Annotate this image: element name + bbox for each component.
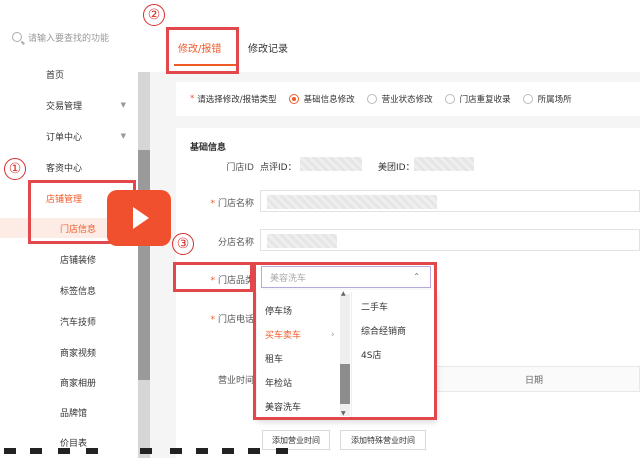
radio-unchecked-icon — [366, 94, 377, 104]
edit-type-radio-group: * 请选择修改/报错类型 基础信息修改 营业状态修改 门店重复收录 所属场所 — [176, 82, 640, 116]
sidebar-item-brand-hall[interactable]: 品牌馆 — [0, 402, 140, 422]
sidebar-item-label: 商家相册 — [60, 378, 97, 389]
sidebar-item-label: 交易管理 — [46, 101, 83, 112]
annotation-box-2 — [166, 27, 239, 74]
sidebar-item-label: 汽车技师 — [60, 317, 97, 328]
store-name-input[interactable] — [260, 190, 640, 212]
phone-label: * 门店电话 — [210, 315, 254, 325]
hours-table-header: 日期 — [428, 366, 640, 392]
store-name-label: * 门店名称 — [210, 199, 254, 209]
radio-unchecked-icon — [444, 94, 455, 104]
radio-label: 所属场所 — [537, 95, 572, 105]
sidebar-item-technicians[interactable]: 汽车技师 — [0, 311, 140, 331]
dianping-id-value-redacted — [300, 157, 362, 171]
annotation-number-3: ③ — [172, 233, 194, 255]
annotation-number-2: ② — [143, 4, 165, 26]
sidebar-item-label: 首页 — [46, 70, 65, 81]
radio-business-status[interactable]: 营业状态修改 — [366, 93, 433, 105]
sidebar-item-label: 商家视频 — [60, 348, 97, 359]
sidebar-item-orders[interactable]: 订单中心 ▼ — [0, 126, 140, 146]
sidebar-item-label: 品牌馆 — [60, 408, 88, 419]
sidebar-item-trade[interactable]: 交易管理 ▼ — [0, 95, 140, 115]
sidebar-item-label: 客资中心 — [46, 163, 83, 174]
annotation-box-3b — [253, 262, 437, 420]
chevron-down-icon: ▼ — [120, 132, 126, 140]
hours-label: 营业时间 — [217, 376, 254, 386]
edit-type-label: 请选择修改/报错类型 — [197, 95, 277, 105]
sidebar-item-store-decoration[interactable]: 店铺装修 — [0, 249, 140, 269]
sidebar-item-videos[interactable]: 商家视频 — [0, 342, 140, 362]
branch-name-value-redacted — [267, 234, 337, 248]
radio-checked-icon — [288, 94, 299, 104]
store-id-label: 门店ID — [226, 163, 254, 173]
bottom-decoration — [0, 446, 640, 458]
video-play-button[interactable] — [107, 190, 171, 246]
radio-duplicate-store[interactable]: 门店重复收录 — [444, 93, 511, 105]
sidebar-item-albums[interactable]: 商家相册 — [0, 372, 140, 392]
annotation-number-1: ① — [4, 158, 26, 180]
search-placeholder[interactable]: 请输入要查找的功能 — [28, 31, 109, 44]
tab-edit-record[interactable]: 修改记录 — [248, 40, 288, 55]
radio-basic-info[interactable]: 基础信息修改 — [288, 93, 355, 105]
store-name-value-redacted — [267, 195, 437, 209]
annotation-box-3a — [173, 262, 253, 292]
search-box[interactable]: 请输入要查找的功能 — [12, 26, 140, 48]
radio-label: 门店重复收录 — [459, 95, 511, 105]
search-icon — [12, 32, 22, 42]
sidebar-item-label: 标签信息 — [60, 286, 97, 297]
chevron-down-icon: ▼ — [120, 101, 126, 109]
radio-label: 基础信息修改 — [303, 95, 355, 105]
sidebar-item-label: 订单中心 — [46, 132, 83, 143]
sidebar-item-tags[interactable]: 标签信息 — [0, 280, 140, 300]
branch-name-input[interactable] — [260, 229, 640, 251]
dianping-id-label: 点评ID： — [260, 163, 297, 173]
sidebar-item-home[interactable]: 首页 — [0, 64, 140, 84]
meituan-id-value-redacted — [414, 157, 474, 171]
required-mark: * — [190, 94, 195, 104]
section-title: 基础信息 — [190, 143, 227, 153]
radio-label: 营业状态修改 — [381, 95, 433, 105]
radio-venue[interactable]: 所属场所 — [522, 93, 572, 105]
sidebar-scrollbar-thumb[interactable] — [138, 150, 150, 380]
radio-unchecked-icon — [522, 94, 533, 104]
meituan-id-label: 美团ID： — [378, 163, 415, 173]
sidebar-item-label: 店铺装修 — [60, 255, 97, 266]
play-icon — [133, 207, 149, 229]
